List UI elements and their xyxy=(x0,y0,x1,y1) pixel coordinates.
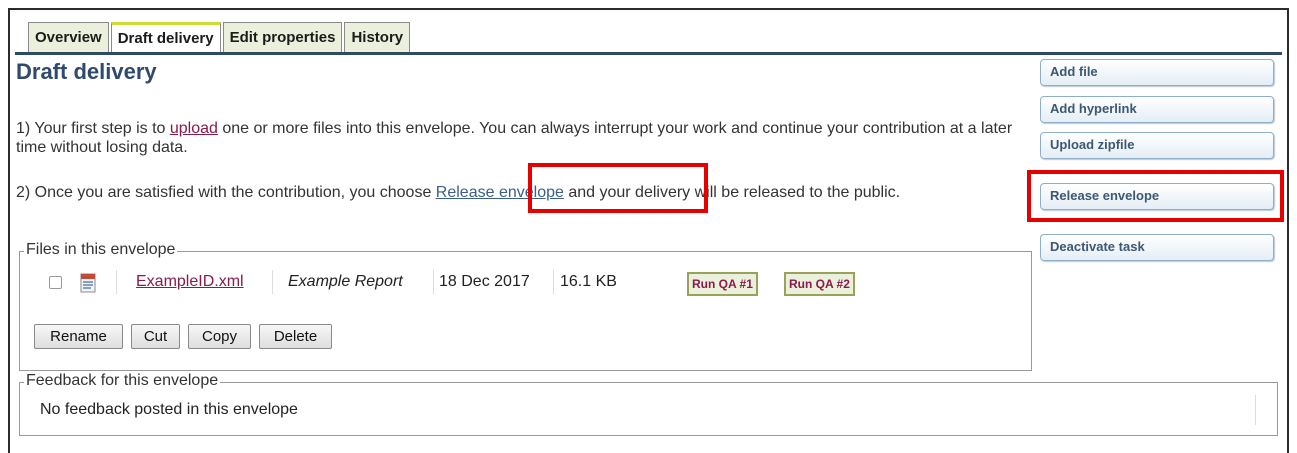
feedback-fieldset: Feedback for this envelope No feedback p… xyxy=(19,372,1278,436)
file-name-link[interactable]: ExampleID.xml xyxy=(136,273,244,291)
files-fieldset: Files in this envelope ExampleID.xml Exa… xyxy=(19,241,1032,371)
tab-history[interactable]: History xyxy=(344,22,411,53)
file-title: Example Report xyxy=(288,273,403,290)
cell-divider xyxy=(272,270,273,294)
step1-text: 1) Your first step is to upload one or m… xyxy=(16,119,1021,157)
tab-edit-properties[interactable]: Edit properties xyxy=(222,22,343,53)
highlight-box-release-link xyxy=(528,163,708,213)
rename-button[interactable]: Rename xyxy=(34,324,123,349)
step1-prefix: 1) Your first step is to xyxy=(16,120,170,137)
file-size: 16.1 KB xyxy=(560,273,617,290)
upload-zipfile-button[interactable]: Upload zipfile xyxy=(1040,132,1274,159)
tab-draft-delivery[interactable]: Draft delivery xyxy=(110,22,221,53)
xml-file-icon xyxy=(80,273,96,298)
feedback-message: No feedback posted in this envelope xyxy=(40,401,298,418)
step2-text: 2) Once you are satisfied with the contr… xyxy=(16,183,1021,202)
upload-link[interactable]: upload xyxy=(170,120,218,137)
file-name[interactable]: ExampleID.xml xyxy=(136,273,244,290)
feedback-divider xyxy=(1255,395,1256,425)
run-qa-1-button[interactable]: Run QA #1 xyxy=(687,272,758,296)
add-hyperlink-button[interactable]: Add hyperlink xyxy=(1040,96,1274,123)
release-envelope-button[interactable]: Release envelope xyxy=(1040,183,1274,210)
copy-button[interactable]: Copy xyxy=(188,324,251,349)
add-file-button[interactable]: Add file xyxy=(1040,59,1274,86)
cell-divider xyxy=(433,270,434,294)
page-title: Draft delivery xyxy=(16,59,157,84)
run-qa-2-button[interactable]: Run QA #2 xyxy=(784,272,855,296)
cut-button[interactable]: Cut xyxy=(131,324,180,349)
feedback-legend: Feedback for this envelope xyxy=(24,372,221,390)
delete-button[interactable]: Delete xyxy=(259,324,332,349)
file-select-checkbox[interactable] xyxy=(49,276,62,289)
cell-divider xyxy=(116,270,117,294)
cell-divider xyxy=(553,270,554,294)
file-date: 18 Dec 2017 xyxy=(439,273,530,290)
tab-overview[interactable]: Overview xyxy=(28,22,109,53)
tab-bar: Overview Draft delivery Edit properties … xyxy=(28,22,412,54)
tab-underline xyxy=(15,52,1282,55)
step2-prefix: 2) Once you are satisfied with the contr… xyxy=(16,184,436,201)
files-legend: Files in this envelope xyxy=(24,241,178,259)
deactivate-task-button[interactable]: Deactivate task xyxy=(1040,234,1274,261)
